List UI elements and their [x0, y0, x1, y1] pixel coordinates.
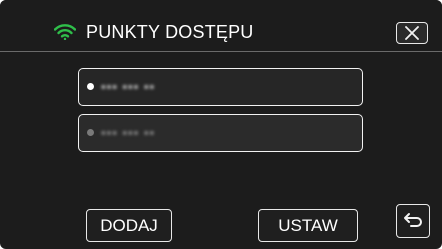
- access-point-item-1[interactable]: ▪▪▪ ▪▪▪ ▪▪: [78, 68, 363, 106]
- header-bar: PUNKTY DOSTĘPU: [0, 0, 442, 50]
- access-point-name: ▪▪▪ ▪▪▪ ▪▪: [101, 125, 156, 140]
- set-button[interactable]: USTAW: [258, 209, 358, 242]
- unselected-indicator-dot: [87, 129, 94, 136]
- add-button[interactable]: DODAJ: [86, 209, 172, 242]
- access-point-item-2[interactable]: ▪▪▪ ▪▪▪ ▪▪: [78, 114, 363, 152]
- access-point-name: ▪▪▪ ▪▪▪ ▪▪: [101, 79, 156, 94]
- screen: PUNKTY DOSTĘPU ▪▪▪ ▪▪▪ ▪▪ ▪▪▪ ▪▪▪ ▪▪ DOD…: [0, 0, 442, 249]
- close-button[interactable]: [396, 22, 428, 44]
- back-button[interactable]: [396, 204, 430, 238]
- wifi-icon: [53, 24, 77, 41]
- return-icon: [404, 213, 422, 227]
- close-icon: [405, 26, 419, 40]
- page-title: PUNKTY DOSTĘPU: [86, 22, 254, 42]
- header-divider: [0, 51, 442, 52]
- selected-indicator-dot: [87, 83, 94, 90]
